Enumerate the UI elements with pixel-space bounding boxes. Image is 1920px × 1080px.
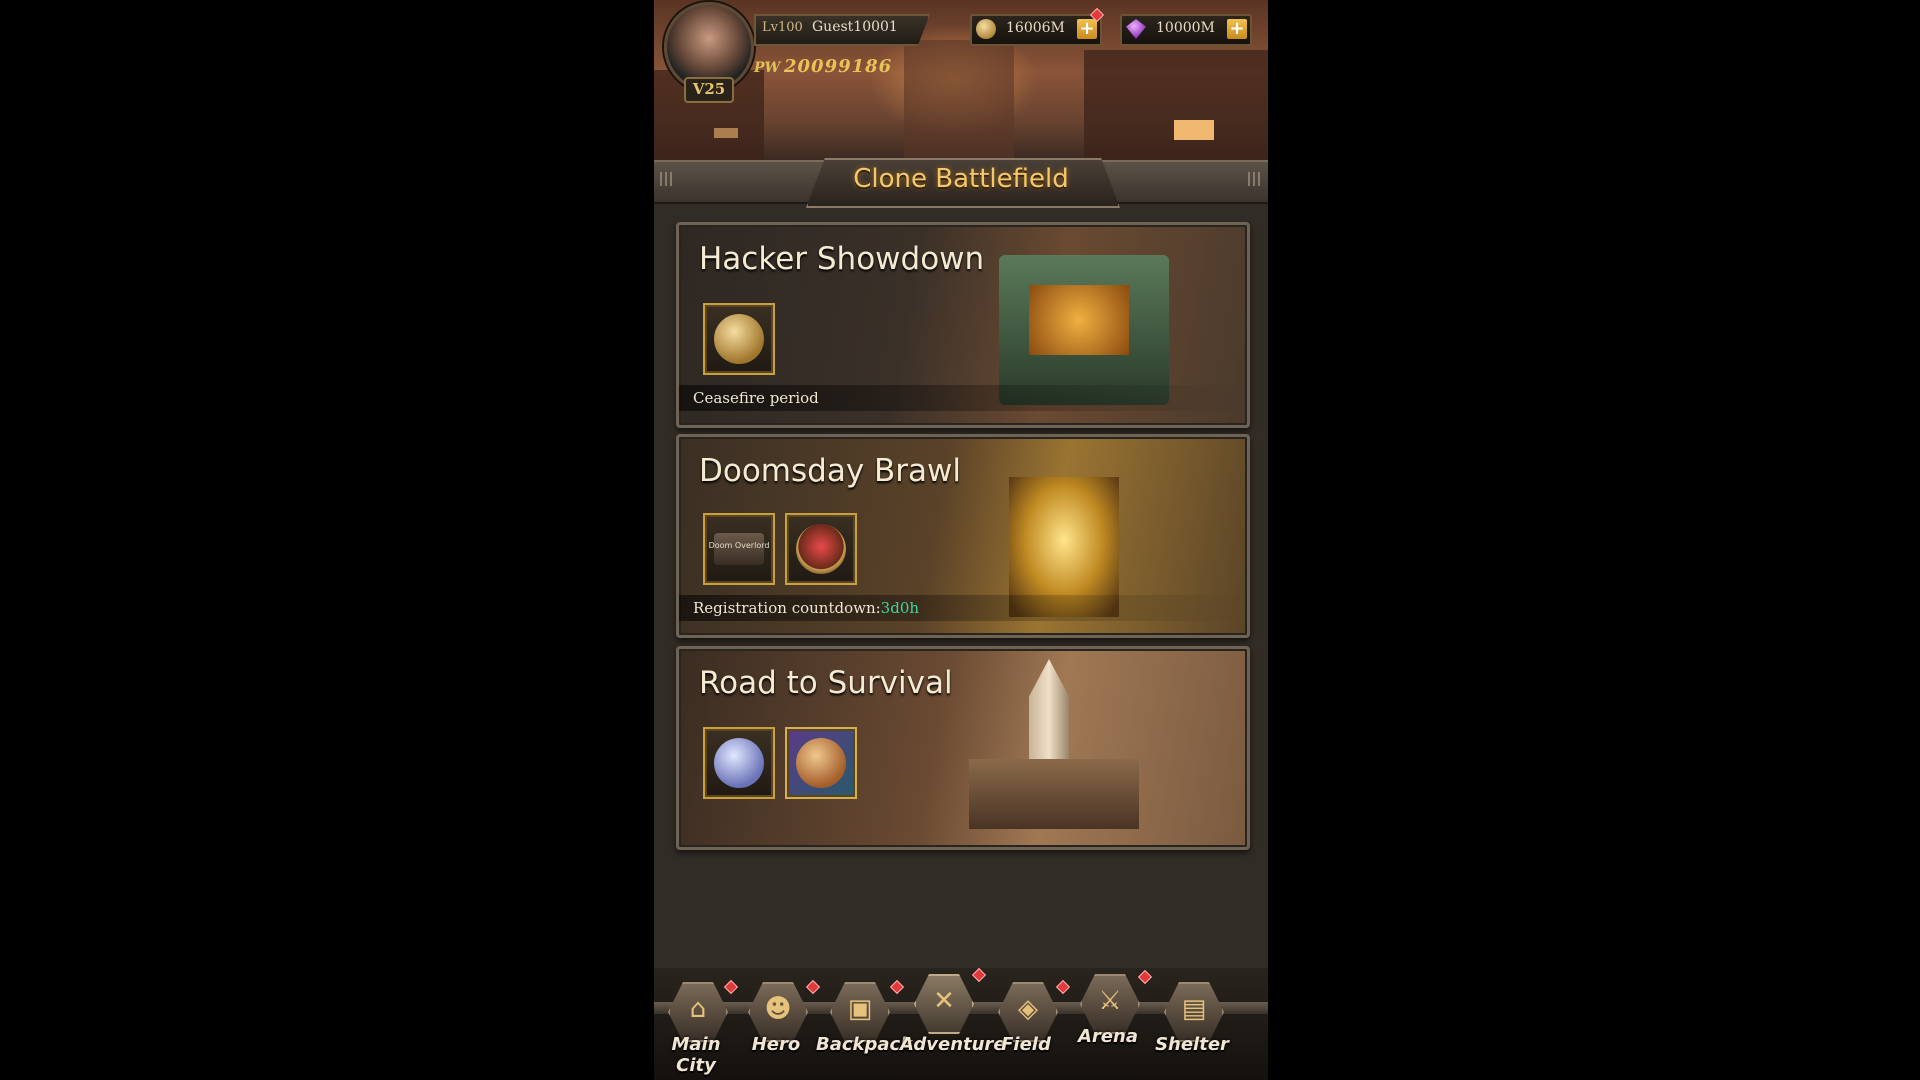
bunker-icon: ▤ bbox=[1164, 982, 1224, 1042]
reward-item-slot[interactable] bbox=[785, 513, 857, 585]
nav-arena[interactable]: ⚔ Arena bbox=[1066, 968, 1150, 1068]
hero-icon: ☻ bbox=[748, 982, 808, 1042]
nav-label: Adventure bbox=[900, 1034, 1006, 1055]
event-title: Doomsday Brawl bbox=[699, 453, 962, 489]
power-value: 20099186 bbox=[784, 56, 893, 77]
registration-countdown: 3d0h bbox=[880, 599, 920, 617]
nav-label: Field bbox=[1001, 1034, 1051, 1055]
nav-adventure[interactable]: ✕ Adventure bbox=[900, 966, 1006, 1066]
crossed-guns-icon: ✕ bbox=[914, 974, 974, 1034]
gem-amount: 10000M bbox=[1156, 20, 1215, 36]
grip-left bbox=[660, 172, 674, 186]
reward-item-slot[interactable] bbox=[785, 727, 857, 799]
gem-counter: 10000M + bbox=[1120, 14, 1252, 46]
nav-field[interactable]: ◈ Field bbox=[984, 976, 1068, 1076]
launch-base-art bbox=[969, 759, 1139, 829]
map-pin-icon: ◈ bbox=[998, 982, 1058, 1042]
event-title: Road to Survival bbox=[699, 665, 953, 701]
backpack-icon: ▣ bbox=[830, 982, 890, 1042]
vip-badge[interactable]: V25 bbox=[684, 77, 734, 103]
page-title: Clone Battlefield bbox=[853, 164, 1069, 194]
event-title: Hacker Showdown bbox=[699, 241, 985, 277]
nav-label: Backpack bbox=[816, 1034, 913, 1055]
coin-counter: 16006M + bbox=[970, 14, 1102, 46]
gem-icon bbox=[1126, 19, 1146, 39]
rocket-medal-icon bbox=[714, 738, 764, 788]
reward-item-slot[interactable] bbox=[703, 727, 775, 799]
nav-label: Hero bbox=[751, 1034, 801, 1055]
event-status: Registration countdown:3d0h bbox=[693, 599, 919, 617]
house-icon: ⌂ bbox=[668, 982, 728, 1042]
item-label: Doom Overlord bbox=[708, 541, 770, 550]
rocket-medal-icon bbox=[796, 738, 846, 788]
swords-icon: ⚔ bbox=[1080, 974, 1140, 1034]
reward-item-slot[interactable]: Doom Overlord bbox=[703, 513, 775, 585]
event-status: Ceasefire period bbox=[693, 389, 819, 407]
nav-label: Arena bbox=[1078, 1026, 1138, 1047]
player-name: Guest10001 bbox=[812, 19, 898, 35]
event-card-road-to-survival[interactable]: Road to Survival bbox=[676, 646, 1250, 850]
add-coins-button[interactable]: + bbox=[1077, 19, 1097, 39]
coin-icon bbox=[976, 19, 996, 39]
registration-label: Registration countdown: bbox=[693, 599, 881, 617]
crossed-swords-emblem-icon bbox=[796, 524, 846, 574]
add-gems-button[interactable]: + bbox=[1227, 19, 1247, 39]
gold-medal-icon bbox=[714, 314, 764, 364]
game-screen: V25 Lv100 Guest10001 PW 20099186 16006M … bbox=[654, 0, 1268, 1080]
coin-amount: 16006M bbox=[1006, 20, 1065, 36]
nav-label: Shelter bbox=[1155, 1034, 1229, 1055]
reward-item-slot[interactable] bbox=[703, 303, 775, 375]
event-card-doomsday-brawl[interactable]: Doomsday Brawl Doom Overlord Registratio… bbox=[676, 434, 1250, 638]
nav-shelter[interactable]: ▤ Shelter bbox=[1150, 976, 1234, 1076]
event-card-hacker-showdown[interactable]: Hacker Showdown Ceasefire period bbox=[676, 222, 1250, 428]
nav-backpack[interactable]: ▣ Backpack bbox=[816, 976, 913, 1076]
terminal-screen-art bbox=[1029, 285, 1129, 355]
grip-right bbox=[1248, 172, 1262, 186]
nav-hero[interactable]: ☻ Hero bbox=[734, 976, 818, 1076]
nav-main-city[interactable]: ⌂ Main City bbox=[654, 976, 738, 1076]
nav-label: Main City bbox=[671, 1034, 721, 1076]
player-level: Lv100 bbox=[762, 20, 803, 35]
power-label: PW bbox=[754, 60, 781, 76]
